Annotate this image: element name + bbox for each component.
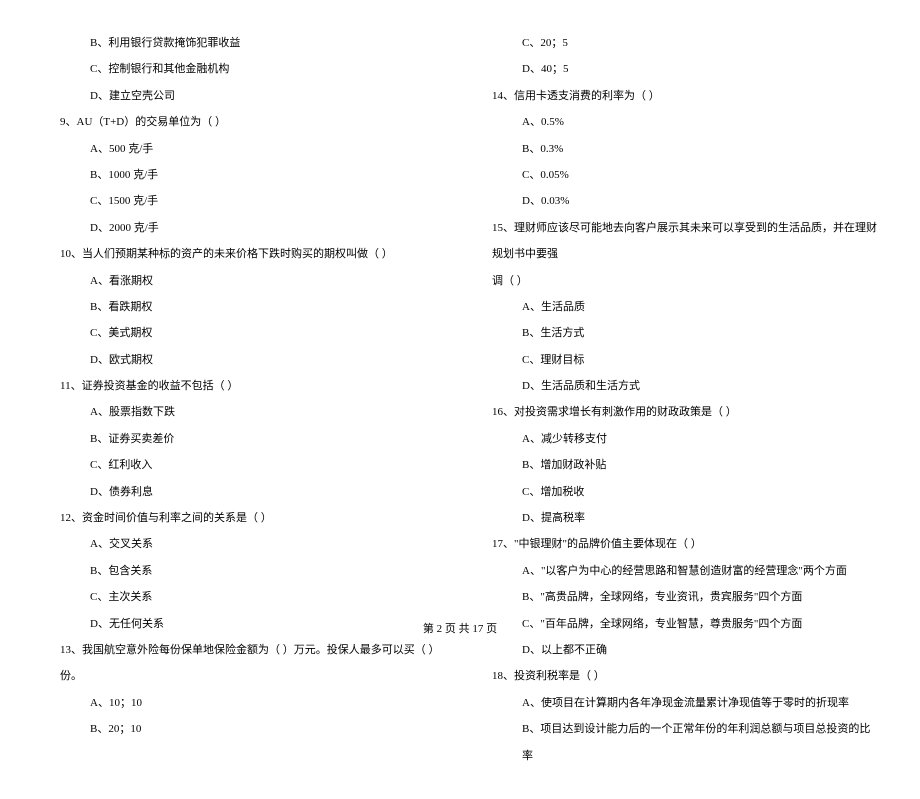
option-text: B、"高贵品牌，全球网络，专业资讯，贵宾服务"四个方面 [492, 584, 880, 610]
option-text: A、减少转移支付 [492, 426, 880, 452]
option-text: C、美式期权 [60, 320, 448, 346]
option-text: B、利用银行贷款掩饰犯罪收益 [60, 30, 448, 56]
page-footer: 第 2 页 共 17 页 [0, 620, 920, 636]
option-text: A、看涨期权 [60, 268, 448, 294]
option-text: A、交叉关系 [60, 531, 448, 557]
option-text: B、项目达到设计能力后的一个正常年份的年利润总额与项目总投资的比率 [492, 716, 880, 769]
option-text: D、以上都不正确 [492, 637, 880, 663]
question-9: 9、AU（T+D）的交易单位为（ ） [60, 109, 448, 135]
option-text: B、增加财政补贴 [492, 452, 880, 478]
question-17: 17、"中银理财"的品牌价值主要体现在（ ） [492, 531, 880, 557]
option-text: C、控制银行和其他金融机构 [60, 56, 448, 82]
option-text: A、10；10 [60, 690, 448, 716]
option-text: D、0.03% [492, 188, 880, 214]
option-text: A、500 克/手 [60, 136, 448, 162]
question-16: 16、对投资需求增长有刺激作用的财政政策是（ ） [492, 399, 880, 425]
option-text: B、证券买卖差价 [60, 426, 448, 452]
option-text: C、增加税收 [492, 479, 880, 505]
option-text: D、欧式期权 [60, 347, 448, 373]
option-text: B、看跌期权 [60, 294, 448, 320]
option-text: A、"以客户为中心的经营思路和智慧创造财富的经营理念"两个方面 [492, 558, 880, 584]
option-text: C、0.05% [492, 162, 880, 188]
option-text: A、生活品质 [492, 294, 880, 320]
option-text: A、使项目在计算期内各年净现金流量累计净现值等于零时的折现率 [492, 690, 880, 716]
option-text: B、20；10 [60, 716, 448, 742]
option-text: C、红利收入 [60, 452, 448, 478]
question-15-tail: 调（ ） [492, 268, 880, 294]
question-13: 13、我国航空意外险每份保单地保险金额为（ ）万元。投保人最多可以买（ ）份。 [60, 637, 448, 690]
question-14: 14、信用卡透支消费的利率为（ ） [492, 83, 880, 109]
question-15: 15、理财师应该尽可能地去向客户展示其未来可以享受到的生活品质，并在理财规划书中… [492, 215, 880, 268]
option-text: D、2000 克/手 [60, 215, 448, 241]
question-10: 10、当人们预期某种标的资产的未来价格下跌时购买的期权叫做（ ） [60, 241, 448, 267]
option-text: D、40；5 [492, 56, 880, 82]
option-text: B、生活方式 [492, 320, 880, 346]
option-text: B、包含关系 [60, 558, 448, 584]
option-text: A、股票指数下跌 [60, 399, 448, 425]
left-column: B、利用银行贷款掩饰犯罪收益 C、控制银行和其他金融机构 D、建立空壳公司 9、… [60, 30, 448, 769]
option-text: A、0.5% [492, 109, 880, 135]
question-12: 12、资金时间价值与利率之间的关系是（ ） [60, 505, 448, 531]
option-text: D、债券利息 [60, 479, 448, 505]
option-text: C、1500 克/手 [60, 188, 448, 214]
question-18: 18、投资利税率是（ ） [492, 663, 880, 689]
option-text: C、20；5 [492, 30, 880, 56]
option-text: B、0.3% [492, 136, 880, 162]
option-text: C、主次关系 [60, 584, 448, 610]
option-text: C、理财目标 [492, 347, 880, 373]
option-text: D、提高税率 [492, 505, 880, 531]
option-text: D、建立空壳公司 [60, 83, 448, 109]
option-text: B、1000 克/手 [60, 162, 448, 188]
option-text: D、生活品质和生活方式 [492, 373, 880, 399]
right-column: C、20；5 D、40；5 14、信用卡透支消费的利率为（ ） A、0.5% B… [492, 30, 880, 769]
question-11: 11、证券投资基金的收益不包括（ ） [60, 373, 448, 399]
